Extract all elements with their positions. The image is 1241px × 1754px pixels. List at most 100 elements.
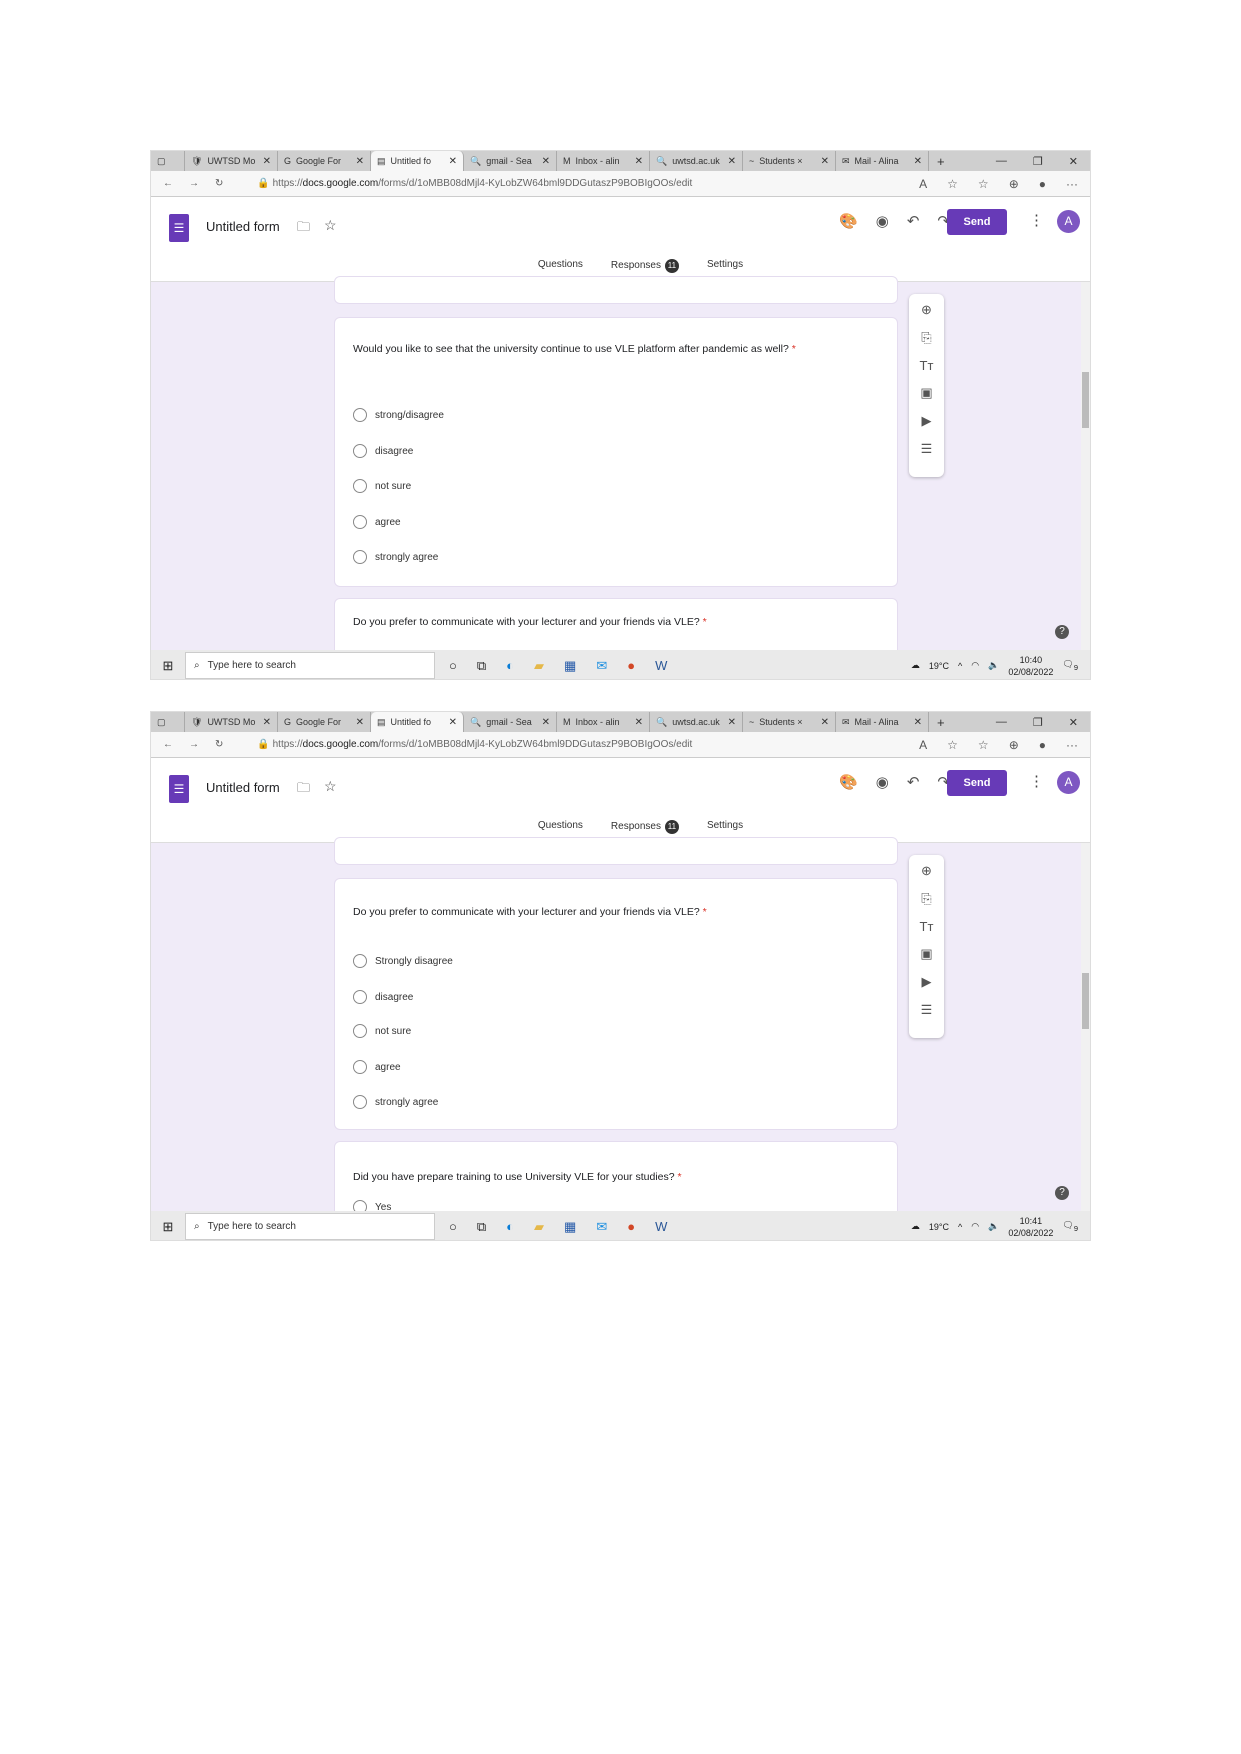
url-field[interactable]: 🔒 https://docs.google.com/forms/d/1oMBB0…: [257, 178, 903, 189]
question-card[interactable]: Would you like to see that the universit…: [334, 317, 898, 587]
browser-tab[interactable]: 🔍 gmail - Sea ✕: [464, 712, 557, 732]
add-image-icon[interactable]: ▣: [920, 946, 932, 962]
palette-icon[interactable]: 🎨: [839, 773, 858, 791]
close-tab-icon[interactable]: ✕: [914, 717, 922, 728]
browser-tab[interactable]: ▤ Untitled fo ✕: [371, 712, 464, 732]
import-questions-icon[interactable]: ⎘: [921, 891, 931, 907]
new-tab-icon[interactable]: +: [929, 154, 953, 169]
tray-chevron-icon[interactable]: ^: [958, 1222, 962, 1232]
restore-icon[interactable]: ❐: [1033, 155, 1043, 168]
powerpoint-icon[interactable]: ●: [627, 658, 635, 674]
help-icon[interactable]: ?: [1055, 625, 1069, 639]
radio-option[interactable]: strong/disagree: [353, 408, 444, 422]
read-aloud-icon[interactable]: A: [919, 177, 927, 191]
folder-icon[interactable]: 🗀: [297, 779, 310, 801]
collections-icon[interactable]: ⊕: [1009, 738, 1019, 752]
forward-icon[interactable]: →: [189, 739, 199, 750]
tab-actions-icon[interactable]: ▢: [151, 151, 185, 171]
back-icon[interactable]: ←: [163, 739, 173, 750]
favorites-icon[interactable]: ☆: [978, 738, 989, 752]
task-view-icon[interactable]: ⧉: [477, 1219, 486, 1235]
close-tab-icon[interactable]: ✕: [914, 156, 922, 167]
more-icon[interactable]: ···: [1066, 177, 1078, 191]
star-icon[interactable]: ☆: [324, 217, 337, 234]
send-button[interactable]: Send: [947, 770, 1007, 796]
scrollbar-thumb[interactable]: [1082, 372, 1089, 428]
edge-icon[interactable]: ◐: [506, 658, 514, 674]
taskbar-search[interactable]: ⌕ Type here to search: [185, 652, 435, 679]
browser-tab[interactable]: 🛡 UWTSD Mo ✕: [185, 712, 278, 732]
form-title[interactable]: Untitled form: [206, 219, 280, 234]
close-tab-icon[interactable]: ✕: [542, 156, 550, 167]
form-title[interactable]: Untitled form: [206, 780, 280, 795]
window-close-icon[interactable]: ✕: [1069, 716, 1078, 729]
minimize-icon[interactable]: —: [996, 155, 1007, 168]
edge-icon[interactable]: ◐: [506, 1219, 514, 1235]
question-card[interactable]: [334, 276, 898, 304]
windows-start-icon[interactable]: ⊞: [151, 658, 185, 674]
radio-option[interactable]: strongly agree: [353, 550, 438, 564]
radio-button[interactable]: [353, 1060, 367, 1074]
star-icon[interactable]: ☆: [324, 778, 337, 795]
mail-icon[interactable]: ✉: [596, 1219, 607, 1235]
forms-logo-icon[interactable]: ☰: [169, 214, 189, 242]
reload-icon[interactable]: ↻: [215, 739, 223, 750]
read-aloud-icon[interactable]: A: [919, 738, 927, 752]
send-button[interactable]: Send: [947, 209, 1007, 235]
close-tab-icon[interactable]: ✕: [821, 156, 829, 167]
import-questions-icon[interactable]: ⎘: [921, 330, 931, 346]
add-section-icon[interactable]: ☰: [921, 441, 933, 457]
close-tab-icon[interactable]: ✕: [728, 156, 736, 167]
browser-tab[interactable]: 🔍 uwtsd.ac.uk ✕: [650, 151, 743, 171]
browser-tab[interactable]: ~ Students × ✕: [743, 151, 836, 171]
new-tab-icon[interactable]: +: [929, 715, 953, 730]
radio-option[interactable]: strongly agree: [353, 1095, 438, 1109]
store-icon[interactable]: ▦: [564, 1219, 576, 1235]
profile-icon[interactable]: ●: [1039, 177, 1046, 191]
radio-button[interactable]: [353, 954, 367, 968]
palette-icon[interactable]: 🎨: [839, 212, 858, 230]
task-view-icon[interactable]: ⧉: [477, 658, 486, 674]
close-tab-icon[interactable]: ✕: [449, 156, 457, 167]
windows-start-icon[interactable]: ⊞: [151, 1219, 185, 1235]
browser-tab[interactable]: G Google For ✕: [278, 151, 371, 171]
radio-button[interactable]: [353, 550, 367, 564]
add-favorite-icon[interactable]: ☆: [947, 177, 958, 191]
add-title-icon[interactable]: Tт: [920, 919, 934, 934]
cortana-icon[interactable]: ○: [449, 658, 457, 674]
clock[interactable]: 10:40 02/08/2022: [1008, 654, 1053, 678]
add-video-icon[interactable]: ▶: [922, 413, 932, 429]
preview-eye-icon[interactable]: ◉: [876, 212, 889, 230]
close-tab-icon[interactable]: ✕: [449, 717, 457, 728]
radio-button[interactable]: [353, 515, 367, 529]
folder-icon[interactable]: 🗀: [297, 218, 310, 240]
close-tab-icon[interactable]: ✕: [263, 156, 271, 167]
avatar[interactable]: A: [1057, 210, 1080, 233]
help-icon[interactable]: ?: [1055, 1186, 1069, 1200]
clock[interactable]: 10:41 02/08/2022: [1008, 1215, 1053, 1239]
radio-button[interactable]: [353, 444, 367, 458]
restore-icon[interactable]: ❐: [1033, 716, 1043, 729]
add-title-icon[interactable]: Tт: [920, 358, 934, 373]
scrollbar-thumb[interactable]: [1082, 973, 1089, 1029]
radio-option[interactable]: agree: [353, 1060, 401, 1074]
url-field[interactable]: 🔒 https://docs.google.com/forms/d/1oMBB0…: [257, 739, 903, 750]
add-question-icon[interactable]: ⊕: [921, 863, 932, 879]
browser-tab[interactable]: ✉ Mail - Alina ✕: [836, 151, 929, 171]
word-icon[interactable]: W: [655, 1219, 667, 1235]
collections-icon[interactable]: ⊕: [1009, 177, 1019, 191]
add-image-icon[interactable]: ▣: [920, 385, 932, 401]
radio-option[interactable]: not sure: [353, 479, 411, 493]
radio-option[interactable]: not sure: [353, 1024, 411, 1038]
browser-tab[interactable]: G Google For ✕: [278, 712, 371, 732]
preview-eye-icon[interactable]: ◉: [876, 773, 889, 791]
browser-tab[interactable]: ✉ Mail - Alina ✕: [836, 712, 929, 732]
browser-tab[interactable]: M Inbox - alin ✕: [557, 712, 650, 732]
mail-icon[interactable]: ✉: [596, 658, 607, 674]
scrollbar[interactable]: [1081, 843, 1090, 1211]
word-icon[interactable]: W: [655, 658, 667, 674]
browser-tab[interactable]: ~ Students × ✕: [743, 712, 836, 732]
notifications-icon[interactable]: 🗨9: [1062, 659, 1078, 672]
radio-button[interactable]: [353, 479, 367, 493]
radio-option[interactable]: disagree: [353, 990, 413, 1004]
